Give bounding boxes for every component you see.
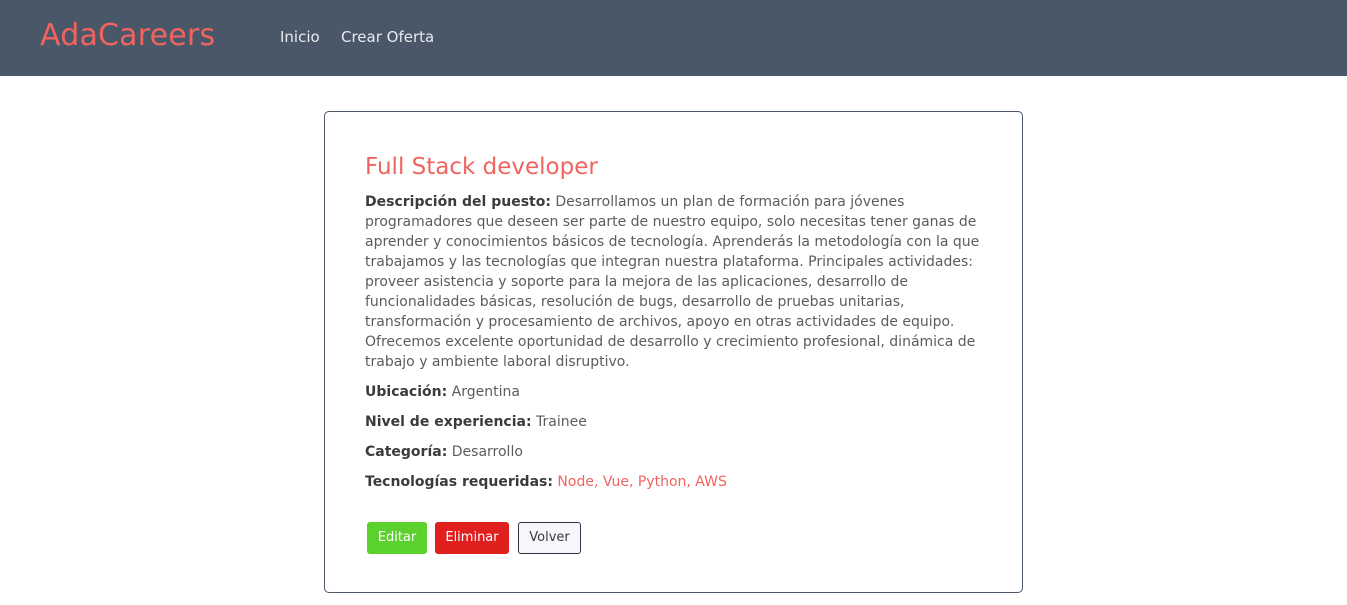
job-detail-card: Full Stack developer Descripción del pue… xyxy=(324,111,1023,593)
location-value: Argentina xyxy=(451,384,520,400)
delete-button[interactable]: Eliminar xyxy=(435,522,509,554)
category-label: Categoría: xyxy=(365,444,448,460)
top-navbar: AdaCareers Inicio Crear Oferta xyxy=(0,0,1347,76)
job-location: Ubicación: Argentina xyxy=(365,381,520,403)
description-text: Desarrollamos un plan de formación para … xyxy=(365,194,980,370)
nav-link-crear-oferta[interactable]: Crear Oferta xyxy=(341,26,434,48)
brand-logo-link[interactable]: AdaCareers xyxy=(40,16,215,56)
experience-value: Trainee xyxy=(536,414,587,430)
description-label: Descripción del puesto: xyxy=(365,194,551,210)
job-category: Categoría: Desarrollo xyxy=(365,441,523,463)
category-value: Desarrollo xyxy=(451,444,523,460)
back-button[interactable]: Volver xyxy=(518,522,581,554)
edit-button[interactable]: Editar xyxy=(367,522,427,554)
technologies-value: Node, Vue, Python, AWS xyxy=(557,474,727,490)
job-experience-level: Nivel de experiencia: Trainee xyxy=(365,411,587,433)
job-title: Full Stack developer xyxy=(365,154,598,180)
technologies-label: Tecnologías requeridas: xyxy=(365,474,553,490)
location-label: Ubicación: xyxy=(365,384,448,400)
experience-label: Nivel de experiencia: xyxy=(365,414,532,430)
nav-link-inicio[interactable]: Inicio xyxy=(280,26,320,48)
job-description: Descripción del puesto: Desarrollamos un… xyxy=(365,192,990,372)
job-technologies: Tecnologías requeridas: Node, Vue, Pytho… xyxy=(365,471,727,493)
